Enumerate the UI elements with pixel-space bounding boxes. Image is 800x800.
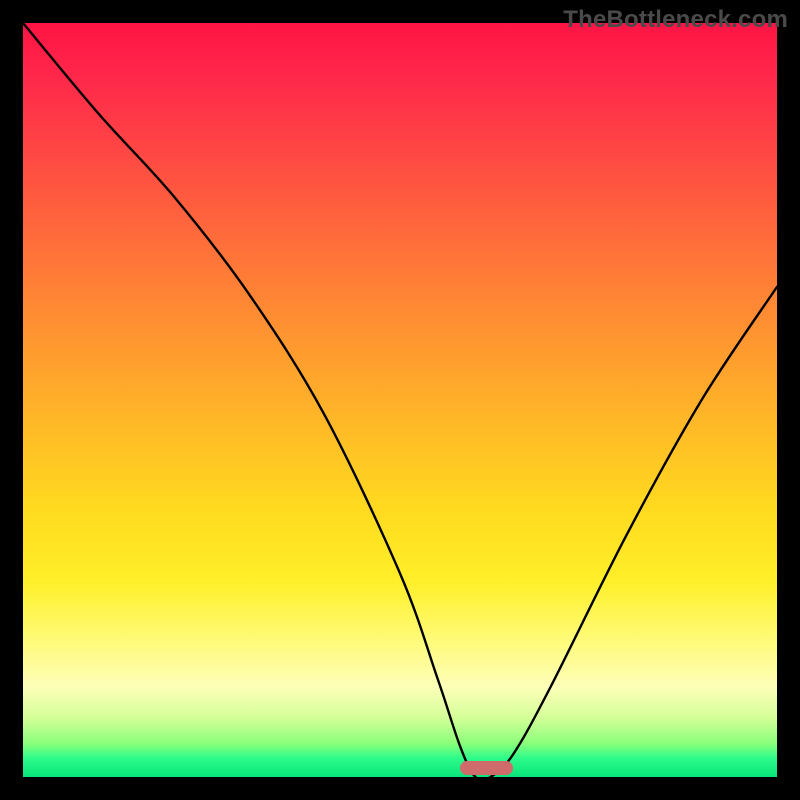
chart-frame: TheBottleneck.com	[0, 0, 800, 800]
watermark-text: TheBottleneck.com	[563, 6, 788, 34]
plot-area	[23, 23, 777, 777]
bottleneck-curve	[23, 23, 777, 777]
optimal-range-marker	[460, 761, 513, 775]
